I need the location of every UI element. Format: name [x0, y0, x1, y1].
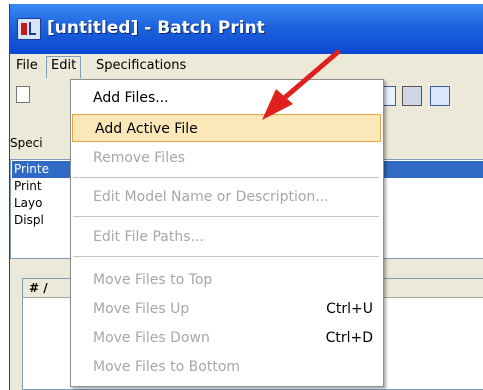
specifications-label: Speci — [10, 136, 43, 150]
menu-specifications[interactable]: Specifications — [92, 57, 190, 75]
menu-edit[interactable]: Edit — [46, 56, 82, 78]
menu-item-move-up[interactable]: Move Files Up Ctrl+U — [71, 295, 383, 323]
menu-item-add-active-file[interactable]: Add Active File — [72, 114, 381, 142]
spec-row-layout[interactable]: Layo — [12, 195, 42, 212]
menu-item-edit-model-name[interactable]: Edit Model Name or Description... — [71, 183, 383, 211]
menu-item-move-to-top[interactable]: Move Files to Top — [71, 266, 383, 294]
shortcut-ctrl-u: Ctrl+U — [326, 301, 373, 317]
menu-separator — [73, 177, 379, 178]
menu-item-edit-file-paths[interactable]: Edit File Paths... — [71, 223, 383, 251]
menu-bar: File Edit Specifications — [10, 54, 483, 78]
menu-file[interactable]: File — [12, 57, 42, 75]
printer-settings-icon[interactable] — [402, 86, 422, 106]
menu-item-add-files[interactable]: Add Files... — [71, 84, 383, 112]
spec-row-display[interactable]: Displ — [12, 212, 44, 229]
new-document-icon[interactable] — [16, 86, 30, 103]
app-icon — [17, 18, 41, 40]
shortcut-ctrl-d: Ctrl+D — [325, 330, 373, 346]
menu-item-move-down[interactable]: Move Files Down Ctrl+D — [71, 324, 383, 352]
menu-separator — [73, 256, 379, 257]
menu-item-move-to-bottom[interactable]: Move Files to Bottom — [71, 353, 383, 381]
window-title: [untitled] - Batch Print — [47, 18, 265, 38]
edit-menu-dropdown: Add Files... Add Active File Remove File… — [70, 79, 384, 387]
list-view-icon[interactable] — [430, 86, 450, 106]
title-bar[interactable]: [untitled] - Batch Print — [10, 4, 483, 54]
spec-row-print[interactable]: Print — [12, 178, 42, 195]
menu-separator — [73, 216, 379, 217]
menu-item-remove-files[interactable]: Remove Files — [71, 144, 383, 172]
